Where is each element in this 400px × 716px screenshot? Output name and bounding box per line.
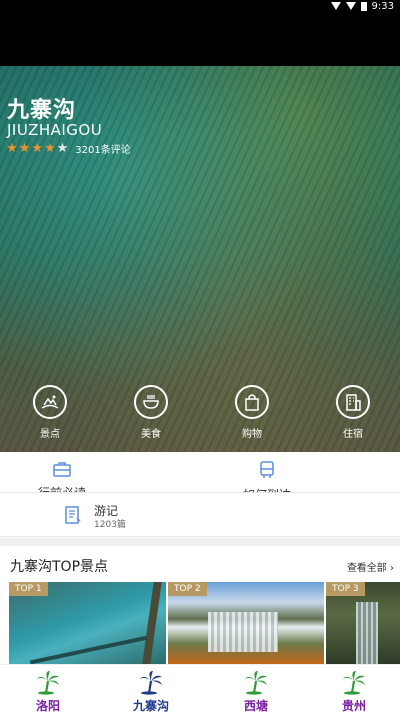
action-label: 住宿 <box>343 429 363 440</box>
nav-label: 洛阳 <box>35 699 60 713</box>
attraction-card[interactable]: TOP 3 <box>326 582 400 664</box>
attraction-card[interactable]: TOP 2 <box>168 582 324 664</box>
nav-label: 西塘 <box>243 699 268 713</box>
bus-icon <box>260 461 274 478</box>
nav-label: 九寨沟 <box>132 699 169 713</box>
nav-item-luoyang[interactable]: 洛阳 <box>8 669 88 714</box>
rank-badge: TOP 3 <box>326 582 365 596</box>
notes-icon <box>65 506 81 524</box>
bottom-nav: 洛阳 九寨沟 西塘 贵州 <box>0 664 400 716</box>
star-icon: ★ <box>56 140 69 156</box>
section-title: 九寨沟TOP景点 <box>10 559 109 575</box>
rank-badge: TOP 1 <box>9 582 48 596</box>
nav-item-xitang[interactable]: 西塘 <box>216 669 296 714</box>
rank-badge: TOP 2 <box>168 582 207 596</box>
action-label: 美食 <box>141 429 161 440</box>
hotel-icon <box>336 385 370 419</box>
action-scenic[interactable]: 景点 <box>20 385 80 440</box>
top-attractions-header: 九寨沟TOP景点 查看全部 › <box>0 546 400 582</box>
star-icon: ★ <box>31 140 43 156</box>
status-bar: 9:33 <box>0 0 400 12</box>
attraction-card[interactable]: TOP 1 <box>9 582 166 664</box>
briefcase-icon <box>53 462 71 477</box>
star-icon: ★ <box>18 140 31 156</box>
review-count: 3201条评论 <box>75 145 131 156</box>
quick-actions: 景点 美食 购物 住宿 <box>0 385 400 445</box>
action-shopping[interactable]: 购物 <box>222 385 282 440</box>
signal-icon <box>345 2 356 10</box>
travel-notes-count: 1203篇 <box>94 520 126 530</box>
see-all-link[interactable]: 查看全部 › <box>347 559 394 574</box>
hero-banner: 九寨沟 JIUZHAIGOU ★ ★ ★ ★ ★ 3201条评论 景点 美食 购… <box>0 0 400 452</box>
clock: 9:33 <box>371 0 394 12</box>
scenic-icon <box>33 385 67 419</box>
nav-item-jiuzhaigou[interactable]: 九寨沟 <box>111 669 191 714</box>
shopping-bag-icon <box>235 385 269 419</box>
top-attractions-list: TOP 1 TOP 2 TOP 3 <box>0 582 400 664</box>
star-icon: ★ <box>43 140 56 156</box>
wifi-icon <box>330 2 341 10</box>
app-screen: 九寨沟 JIUZHAIGOU ★ ★ ★ ★ ★ 3201条评论 景点 美食 购… <box>0 0 400 716</box>
palm-tree-icon <box>343 671 365 695</box>
action-label: 购物 <box>242 429 262 440</box>
action-food[interactable]: 美食 <box>121 385 181 440</box>
battery-icon <box>360 1 367 11</box>
place-subtitle: JIUZHAIGOU <box>7 121 103 139</box>
palm-tree-icon <box>37 671 59 695</box>
food-bowl-icon <box>134 385 168 419</box>
palm-tree-icon <box>245 671 267 695</box>
travel-notes-row[interactable]: 游记 1203篇 <box>0 493 400 537</box>
star-icon: ★ <box>6 140 18 156</box>
place-title: 九寨沟 <box>7 98 77 123</box>
rating: ★ ★ ★ ★ ★ 3201条评论 <box>6 141 131 156</box>
chevron-right-icon: › <box>390 563 394 574</box>
action-label: 景点 <box>40 429 60 440</box>
nav-item-guizhou[interactable]: 贵州 <box>314 669 394 714</box>
action-hotel[interactable]: 住宿 <box>323 385 383 440</box>
nav-label: 贵州 <box>341 699 366 713</box>
palm-tree-icon <box>140 671 162 695</box>
